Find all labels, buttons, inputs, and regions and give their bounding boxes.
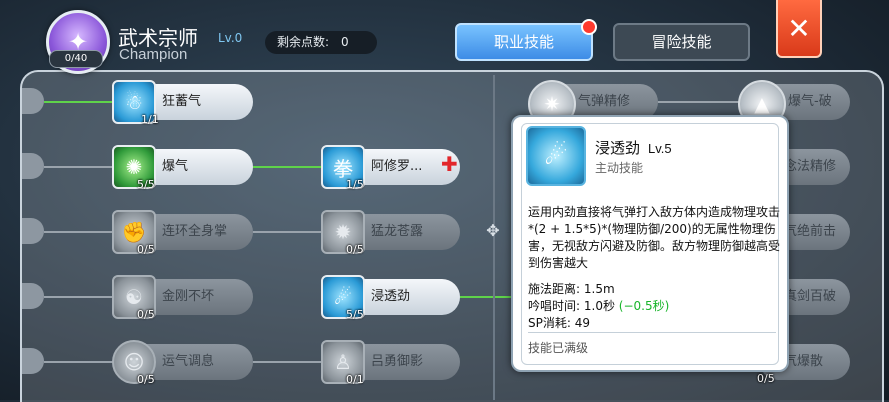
class-points: 0/40 <box>49 50 103 68</box>
range-label: 施法距离: <box>528 282 581 296</box>
skill-count: 5/5 <box>346 308 364 321</box>
skill-count: 0/5 <box>137 373 155 386</box>
tooltip-skill-level: Lv.5 <box>648 141 672 156</box>
skill-name: 真剑百破 <box>784 289 837 304</box>
range-value: 1.5m <box>583 282 615 296</box>
sp-value: 49 <box>574 316 591 330</box>
skill-count: 0/1 <box>346 373 364 386</box>
connector-line <box>658 101 740 103</box>
tooltip-cast-time: 吟唱时间: 1.0秒 (−0.5秒) <box>528 297 669 314</box>
sp-label: SP消耗: <box>528 316 571 330</box>
connector-line <box>253 361 323 363</box>
skill-count: 0/5 <box>137 308 155 321</box>
connector-line <box>44 101 114 103</box>
connector-line <box>44 296 114 298</box>
remaining-points: 剩余点数: 0 <box>265 31 377 54</box>
connector-line <box>253 231 323 233</box>
skill-name: 气绝前击 <box>784 224 837 239</box>
remaining-value: 0 <box>341 35 349 49</box>
skill-count: 1/5 <box>346 178 364 191</box>
class-level: Lv.0 <box>218 31 243 45</box>
cast-label: 吟唱时间: <box>528 299 581 313</box>
skill-name: 气爆散 <box>784 354 824 369</box>
tooltip-max-level: 技能已满级 <box>528 341 589 355</box>
skill-name: 金刚不坏 <box>162 289 215 304</box>
notification-dot <box>581 19 597 35</box>
tab-adventure-skills[interactable]: 冒险技能 <box>613 23 750 61</box>
tooltip-range: 施法距离: 1.5m <box>528 280 615 297</box>
close-button[interactable]: ✕ <box>776 0 822 58</box>
skill-count: 0/5 <box>137 243 155 256</box>
connector-line <box>253 166 323 168</box>
cast-bonus: (−0.5秒) <box>618 299 670 313</box>
skill-count: 1/1 <box>141 113 159 126</box>
tooltip-name-text: 浸透劲 <box>595 140 641 157</box>
divider-ornament-icon: ✥ <box>486 221 500 240</box>
connector-line <box>44 361 114 363</box>
skill-name: 阿修罗... <box>371 159 423 174</box>
skill-name: 浸透劲 <box>371 289 411 304</box>
skill-name: 气弹精修 <box>578 94 631 109</box>
skill-name: 运气调息 <box>162 354 215 369</box>
cast-value: 1.0秒 <box>583 299 615 313</box>
skill-count: 5/5 <box>137 178 155 191</box>
tooltip-skill-icon: ☄ <box>526 126 586 186</box>
skill-count: 0/5 <box>757 372 775 385</box>
connector-line <box>460 296 515 298</box>
tooltip-separator <box>528 332 776 333</box>
remaining-label: 剩余点数: <box>277 35 330 49</box>
add-point-icon[interactable]: ✚ <box>441 152 458 176</box>
skill-tooltip: ☄ 浸透劲 Lv.5 主动技能 运用内劲直接将气弹打入敌方体内造成物理攻击*(2 … <box>511 115 789 372</box>
tooltip-skill-type: 主动技能 <box>595 161 644 175</box>
skill-name: 爆气 <box>162 159 189 174</box>
skill-name: 爆气-破 <box>788 94 832 109</box>
skill-name: 狂蓄气 <box>162 94 202 109</box>
connector-line <box>44 231 114 233</box>
skill-name: 连环全身掌 <box>162 224 228 239</box>
tooltip-skill-name: 浸透劲 Lv.5 <box>595 137 672 158</box>
tooltip-description: 运用内劲直接将气弹打入敌方体内造成物理攻击*(2 + 1.5*5)*(物理防御/… <box>528 205 781 270</box>
connector-line <box>44 166 114 168</box>
skill-name: 吕勇御影 <box>371 354 424 369</box>
tooltip-sp-cost: SP消耗: 49 <box>528 314 590 331</box>
tab-job-skills[interactable]: 职业技能 <box>455 23 593 61</box>
skill-count: 0/5 <box>346 243 364 256</box>
skill-name: 猛龙苍露 <box>371 224 424 239</box>
class-subtitle: Champion <box>119 46 188 63</box>
skill-name: 念法精修 <box>784 159 837 174</box>
